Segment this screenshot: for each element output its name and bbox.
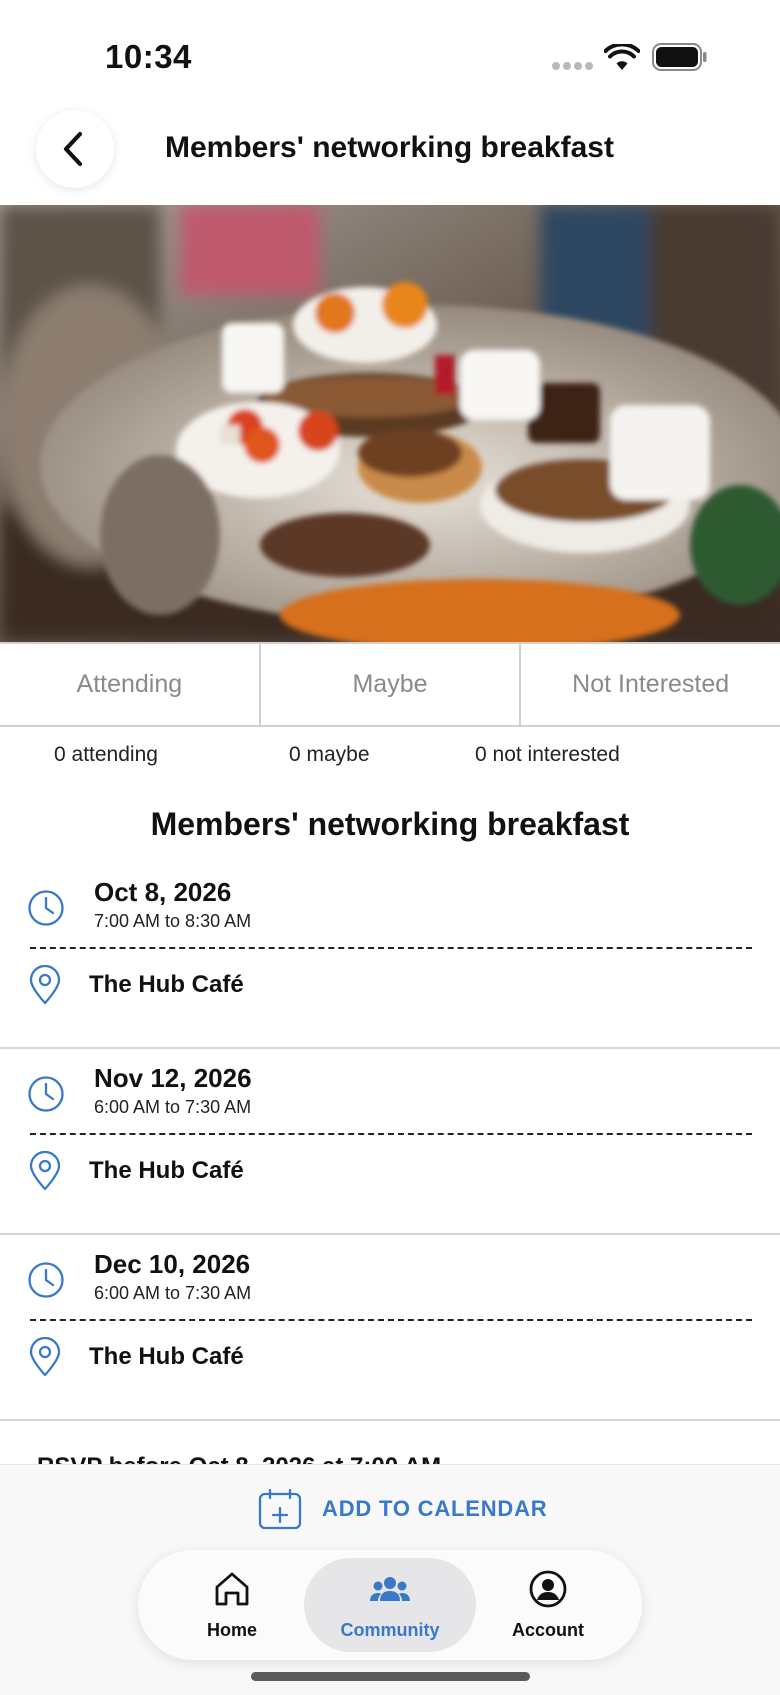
add-to-calendar-button[interactable]: ADD TO CALENDAR — [258, 1487, 547, 1531]
breakfast-table-photo — [0, 205, 780, 642]
event-hero-image — [0, 205, 780, 642]
maybe-count: 0 maybe — [289, 743, 370, 766]
rsvp-options: Attending Maybe Not Interested — [0, 642, 780, 727]
location-pin-icon — [29, 1337, 61, 1377]
status-time: 10:34 — [105, 38, 192, 75]
occurrence-date: Nov 12, 2026 — [94, 1063, 252, 1093]
page-title: Members' networking breakfast — [165, 131, 614, 164]
rsvp-not-interested-button[interactable]: Not Interested — [519, 644, 780, 725]
occurrence-date: Dec 10, 2026 — [94, 1249, 251, 1279]
occurrence-location[interactable]: The Hub Café — [89, 971, 244, 999]
event-title: Members' networking breakfast — [150, 806, 630, 842]
rsvp-counts: 0 attending 0 maybe 0 not interested — [0, 743, 780, 773]
occurrence-location[interactable]: The Hub Café — [89, 1157, 244, 1185]
status-bar: 10:34 — [0, 0, 780, 100]
rsvp-attending-button[interactable]: Attending — [0, 644, 259, 725]
rsvp-deadline: RSVP before Oct 8, 2026 at 7:00 AM — [37, 1450, 757, 1464]
event-occurrence: Oct 8, 2026 7:00 AM to 8:30 AM The Hub C… — [0, 863, 780, 1049]
occurrence-time: 7:00 AM to 8:30 AM — [94, 911, 252, 931]
dashed-divider — [30, 1319, 752, 1321]
dashed-divider — [30, 1133, 752, 1135]
attending-count: 0 attending — [54, 743, 158, 766]
account-icon — [529, 1570, 567, 1608]
tab-account[interactable]: Account — [462, 1558, 634, 1652]
home-icon — [215, 1572, 249, 1606]
clock-icon — [28, 890, 64, 926]
tab-home[interactable]: Home — [146, 1558, 318, 1652]
tab-bar: Home Community Account — [138, 1550, 642, 1660]
bottom-area: ADD TO CALENDAR Home Community Account — [0, 1464, 780, 1695]
home-indicator — [251, 1672, 530, 1681]
dashed-divider — [30, 947, 752, 949]
tab-home-label: Home — [206, 1620, 257, 1640]
tab-community[interactable]: Community — [304, 1558, 476, 1652]
clock-icon — [28, 1076, 64, 1112]
battery-icon — [652, 43, 707, 71]
event-occurrence: Dec 10, 2026 6:00 AM to 7:30 AM The Hub … — [0, 1235, 780, 1421]
wifi-icon — [604, 44, 640, 70]
chevron-left-icon — [63, 131, 83, 167]
occurrence-time: 6:00 AM to 7:30 AM — [94, 1283, 252, 1303]
clock-icon — [28, 1262, 64, 1298]
calendar-add-icon — [258, 1488, 302, 1530]
occurrence-location[interactable]: The Hub Café — [89, 1343, 244, 1371]
location-pin-icon — [29, 1151, 61, 1191]
occurrence-time: 6:00 AM to 7:30 AM — [94, 1097, 252, 1117]
community-icon — [370, 1577, 410, 1601]
tab-account-label: Account — [512, 1620, 584, 1640]
header: Members' networking breakfast — [0, 105, 780, 195]
back-button[interactable] — [36, 110, 114, 188]
cellular-signal-icon — [552, 62, 594, 70]
tab-community-label: Community — [340, 1620, 440, 1640]
not-interested-count: 0 not interested — [475, 743, 620, 766]
add-to-calendar-label: ADD TO CALENDAR — [322, 1496, 548, 1521]
occurrence-date: Oct 8, 2026 — [94, 877, 232, 907]
event-occurrence: Nov 12, 2026 6:00 AM to 7:30 AM The Hub … — [0, 1049, 780, 1235]
rsvp-maybe-button[interactable]: Maybe — [258, 644, 520, 725]
location-pin-icon — [29, 965, 61, 1005]
